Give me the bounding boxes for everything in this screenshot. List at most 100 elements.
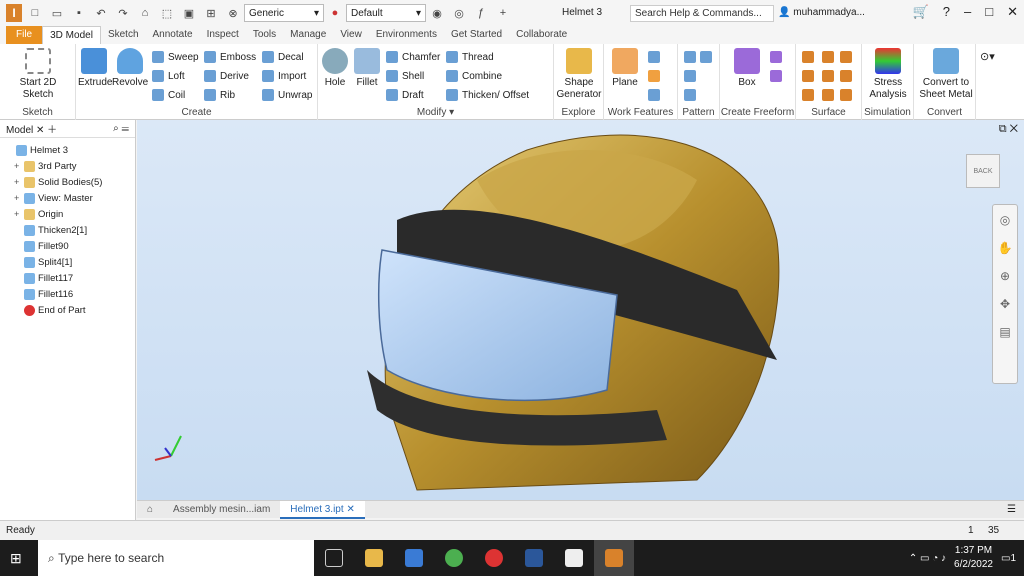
browser-node[interactable]: Fillet90 xyxy=(0,238,135,254)
new-file-icon[interactable]: □ xyxy=(26,4,44,22)
function-icon[interactable]: ƒ xyxy=(472,4,490,22)
tab-environments[interactable]: Environments xyxy=(369,26,444,44)
boundary-patch-button[interactable] xyxy=(802,87,818,103)
browser-tab-model[interactable]: Model ✕ ＋ xyxy=(6,121,57,136)
ribbon-options-icon[interactable]: ⊙▾ xyxy=(980,50,995,63)
decal-button[interactable]: Decal xyxy=(262,49,304,65)
home-icon[interactable]: ⌂ xyxy=(136,4,154,22)
rib-button[interactable]: Rib xyxy=(204,87,235,103)
browser-node[interactable]: +3rd Party xyxy=(0,158,135,174)
inventor-taskbar-icon[interactable] xyxy=(594,540,634,576)
stitch-button[interactable] xyxy=(802,49,818,65)
chrome-icon[interactable] xyxy=(434,540,474,576)
undo-icon[interactable]: ↶ xyxy=(92,4,110,22)
convert-freeform-button[interactable] xyxy=(770,68,786,84)
sculpt-button[interactable] xyxy=(822,49,838,65)
tab-view[interactable]: View xyxy=(333,26,369,44)
inventor-logo-icon[interactable]: I xyxy=(6,4,22,22)
close-viewport-icon[interactable]: ✕ xyxy=(1010,123,1018,135)
doc-tab-assembly[interactable]: Assembly mesin...iam xyxy=(163,501,280,519)
graphics-viewport[interactable]: BACK ⧉ ✕ ◎ ✋ ⊕ ✥ ▤ xyxy=(137,120,1024,500)
expand-icon[interactable]: + xyxy=(14,209,24,219)
face-button[interactable] xyxy=(770,49,786,65)
restore-viewport-icon[interactable]: ⧉ xyxy=(999,123,1007,135)
tab-inspect[interactable]: Inspect xyxy=(200,26,246,44)
tab-sketch[interactable]: Sketch xyxy=(101,26,146,44)
tabs-menu-icon[interactable]: ☰ xyxy=(1007,504,1024,515)
close-icon[interactable]: ✕ xyxy=(1007,4,1018,20)
look-at-icon[interactable]: ▤ xyxy=(999,325,1010,339)
tab-collaborate[interactable]: Collaborate xyxy=(509,26,574,44)
rectangular-pattern-button[interactable] xyxy=(684,49,700,65)
derive-button[interactable]: Derive xyxy=(204,68,249,84)
doc-tab-helmet[interactable]: Helmet 3.ipt ✕ xyxy=(280,500,365,519)
draft-button[interactable]: Draft xyxy=(386,87,424,103)
save-icon[interactable]: ▪ xyxy=(70,4,88,22)
helmet-model[interactable] xyxy=(137,120,1024,500)
orbit-icon[interactable]: ✥ xyxy=(1000,297,1010,311)
update-icon[interactable]: ▣ xyxy=(180,4,198,22)
user-account[interactable]: 👤 muhammadya... xyxy=(778,7,865,18)
taskbar-search[interactable]: ⌕ Type here to search xyxy=(38,540,314,576)
delete-face-button[interactable] xyxy=(822,68,838,84)
unwrap-button[interactable]: Unwrap xyxy=(262,87,312,103)
point-button[interactable] xyxy=(648,68,664,84)
ucs-button[interactable] xyxy=(648,87,664,103)
help-icon[interactable]: ? xyxy=(943,4,950,20)
tab-tools[interactable]: Tools xyxy=(246,26,283,44)
open-file-icon[interactable]: ▭ xyxy=(48,4,66,22)
close-tab-icon[interactable]: ✕ xyxy=(346,504,354,515)
mirror-button[interactable] xyxy=(700,49,716,65)
appearance-icon[interactable]: ● xyxy=(326,4,344,22)
expand-icon[interactable]: + xyxy=(14,177,24,187)
hole-button[interactable]: Hole xyxy=(320,48,350,89)
zoom-icon[interactable]: ⊕ xyxy=(1000,269,1010,283)
file-explorer-icon[interactable] xyxy=(354,540,394,576)
select-icon[interactable]: ⬚ xyxy=(158,4,176,22)
style-select[interactable]: Generic ▾ xyxy=(244,4,324,22)
combine-button[interactable]: Combine xyxy=(446,68,502,84)
thicken-offset-button[interactable]: Thicken/ Offset xyxy=(446,87,529,103)
thread-button[interactable]: Thread xyxy=(446,49,494,65)
store-icon[interactable] xyxy=(394,540,434,576)
browser-node[interactable]: + Solid Bodies(5) xyxy=(0,174,135,190)
tray-icons[interactable]: ⌃ ▭ ◔ ♪ xyxy=(909,553,946,564)
trim-button[interactable] xyxy=(802,68,818,84)
extend-button[interactable] xyxy=(840,68,856,84)
emboss-button[interactable]: Emboss xyxy=(204,49,256,65)
replace-face-button[interactable] xyxy=(822,87,838,103)
minimize-icon[interactable]: – xyxy=(964,4,971,20)
chamfer-button[interactable]: Chamfer xyxy=(386,49,440,65)
word-icon[interactable] xyxy=(514,540,554,576)
steering-wheel-icon[interactable]: ◎ xyxy=(1000,213,1010,227)
stress-analysis-button[interactable]: Stress Analysis xyxy=(864,48,912,101)
windows-start-icon[interactable]: ⊞ xyxy=(10,550,22,567)
expand-icon[interactable]: + xyxy=(14,193,24,203)
coil-button[interactable]: Coil xyxy=(152,87,185,103)
expand-icon[interactable]: + xyxy=(14,161,24,171)
notepad-icon[interactable] xyxy=(554,540,594,576)
browser-node[interactable]: Thicken2[1] xyxy=(0,222,135,238)
browser-node[interactable]: + Origin xyxy=(0,206,135,222)
browser-node[interactable]: Split4[1] xyxy=(0,254,135,270)
home-tab-icon[interactable]: ⌂ xyxy=(137,501,163,519)
sweep-button[interactable]: Sweep xyxy=(152,49,199,65)
revolve-button[interactable]: Revolve xyxy=(112,48,148,89)
cart-icon[interactable]: 🛒 xyxy=(913,4,929,20)
patch-button[interactable] xyxy=(840,49,856,65)
browser-node[interactable]: + View: Master xyxy=(0,190,135,206)
view-cube[interactable]: BACK xyxy=(966,154,1000,188)
tab-annotate[interactable]: Annotate xyxy=(146,26,200,44)
start-sketch-button[interactable]: Start 2D Sketch xyxy=(10,48,66,101)
axis-button[interactable] xyxy=(648,49,664,65)
browser-node[interactable]: End of Part xyxy=(0,302,135,318)
convert-sheet-metal-button[interactable]: Convert to Sheet Metal xyxy=(916,48,976,101)
circular-pattern-button[interactable] xyxy=(684,68,700,84)
panel-label-modify[interactable]: Modify ▾ xyxy=(318,107,553,118)
redo-icon[interactable]: ↷ xyxy=(114,4,132,22)
tab-3d-model[interactable]: 3D Model xyxy=(42,26,101,44)
clear-icon[interactable]: ◎ xyxy=(450,4,468,22)
sketch-pattern-button[interactable] xyxy=(684,87,700,103)
import-button[interactable]: Import xyxy=(262,68,306,84)
browser-node[interactable]: Helmet 3 xyxy=(0,142,135,158)
